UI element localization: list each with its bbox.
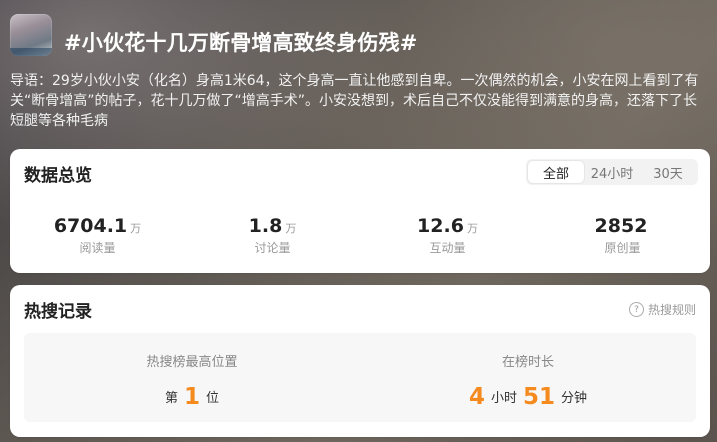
stat-value: 1.8 xyxy=(248,215,283,237)
stat-originals: 2852 原创量 xyxy=(535,215,710,256)
peak-prefix: 第 xyxy=(164,391,178,406)
stat-label: 阅读量 xyxy=(79,241,116,255)
topic-thumbnail[interactable] xyxy=(10,14,52,56)
hot-search-summary: 热搜榜最高位置 第1位 在榜时长 4 小时 51 分钟 xyxy=(24,333,696,422)
minutes-unit: 分钟 xyxy=(561,391,588,406)
tab-30d[interactable]: 30天 xyxy=(640,161,696,183)
peak-value-row: 第1位 xyxy=(24,384,360,410)
hot-search-card: 热搜记录 ? 热搜规则 热搜榜最高位置 第1位 在榜时长 4 小时 51 分钟 xyxy=(10,285,710,437)
duration-block: 在榜时长 4 小时 51 分钟 xyxy=(360,333,696,422)
stat-unit: 万 xyxy=(130,222,142,235)
topic-intro: 导语：29岁小伙小安（化名）身高1米64，这个身高一直让他感到自卑。一次偶然的机… xyxy=(10,73,699,129)
duration-value-row: 4 小时 51 分钟 xyxy=(360,384,696,410)
stat-reads: 6704.1 万 阅读量 xyxy=(10,215,185,256)
hours-unit: 小时 xyxy=(490,391,517,406)
minutes-value: 51 xyxy=(523,384,556,410)
hot-search-rules-link[interactable]: ? 热搜规则 xyxy=(628,301,696,318)
stat-value: 2852 xyxy=(594,215,648,237)
duration-label: 在榜时长 xyxy=(501,355,554,370)
peak-position-block: 热搜榜最高位置 第1位 xyxy=(24,333,360,422)
time-range-tabs: 全部 24小时 30天 xyxy=(526,159,698,185)
peak-label: 热搜榜最高位置 xyxy=(146,355,238,370)
stat-unit: 万 xyxy=(466,222,478,235)
peak-value: 1 xyxy=(183,384,200,410)
stat-unit: 万 xyxy=(285,222,297,235)
rules-label: 热搜规则 xyxy=(647,303,696,317)
tab-all[interactable]: 全部 xyxy=(528,161,584,183)
stat-label: 讨论量 xyxy=(254,241,291,255)
topic-title: #小伙花十几万断骨增高致终身伤残# xyxy=(64,31,418,55)
stat-label: 原创量 xyxy=(604,241,641,255)
stat-label: 互动量 xyxy=(429,241,466,255)
overview-card: 数据总览 全部 24小时 30天 6704.1 万 阅读量 1.8 万 讨论量 12… xyxy=(10,149,710,273)
stat-value: 6704.1 xyxy=(53,215,128,237)
stat-interactions: 12.6 万 互动量 xyxy=(360,215,535,256)
stat-value: 12.6 xyxy=(417,215,464,237)
tab-24h[interactable]: 24小时 xyxy=(584,161,640,183)
help-circle-icon: ? xyxy=(628,302,644,317)
thumbnail-caption-strip xyxy=(10,48,52,56)
overview-title: 数据总览 xyxy=(24,166,92,186)
stat-discussions: 1.8 万 讨论量 xyxy=(185,215,360,256)
hours-value: 4 xyxy=(468,384,485,410)
hot-search-title: 热搜记录 xyxy=(24,302,92,322)
overview-stats: 6704.1 万 阅读量 1.8 万 讨论量 12.6 万 互动量 2852 原创量 xyxy=(10,215,710,256)
peak-suffix: 位 xyxy=(206,391,220,406)
